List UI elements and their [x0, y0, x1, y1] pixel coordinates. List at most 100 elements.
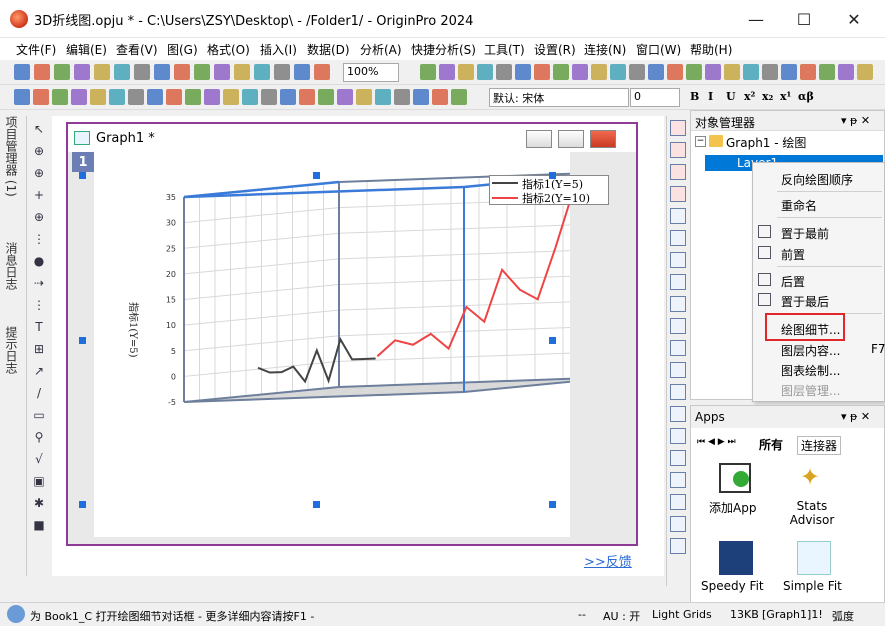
toolbar-tool-icon[interactable] [33, 89, 49, 105]
toolbar-tool-icon[interactable] [337, 89, 353, 105]
selection-handle[interactable] [79, 337, 86, 344]
toolbar-tool-icon[interactable] [356, 89, 372, 105]
menu-item-plot-details[interactable]: 绘图细节... [781, 321, 840, 338]
graph-tool-icon[interactable] [670, 120, 686, 136]
toolbar-tool-icon[interactable] [94, 64, 110, 80]
tab-message-log[interactable]: 消息日志 [3, 242, 20, 290]
toolbar-tool-icon[interactable] [242, 89, 258, 105]
close-button[interactable]: ✕ [831, 0, 877, 38]
format-button[interactable]: U [726, 90, 736, 103]
format-button[interactable]: x² [744, 90, 755, 103]
status-autoupdate[interactable]: AU : 开 [603, 608, 640, 624]
toolbar-tool-icon[interactable] [413, 89, 429, 105]
graph-tool-icon[interactable] [670, 362, 686, 378]
toolbar-tool-icon[interactable] [204, 89, 220, 105]
format-button[interactable]: B [690, 90, 699, 103]
legend[interactable]: 指标1(Y=5) 指标2(Y=10) [489, 175, 609, 205]
font-combo[interactable]: 默认: 宋体 [489, 88, 629, 107]
toolbar-tool-icon[interactable] [52, 89, 68, 105]
toolbar-tool-icon[interactable] [74, 64, 90, 80]
toolbar-tool-icon[interactable] [610, 64, 626, 80]
tool-icon[interactable]: ⊕ [30, 208, 48, 226]
toolbar-tool-icon[interactable] [432, 89, 448, 105]
toolbar-tool-icon[interactable] [819, 64, 835, 80]
toolbar-tool-icon[interactable] [318, 89, 334, 105]
toolbar-tool-icon[interactable] [515, 64, 531, 80]
toolbar-tool-icon[interactable] [214, 64, 230, 80]
toolbar-tool-icon[interactable] [114, 64, 130, 80]
graph-tool-icon[interactable] [670, 252, 686, 268]
tool-icon[interactable]: ⋮ [30, 296, 48, 314]
toolbar-tool-icon[interactable] [166, 89, 182, 105]
graph-tool-icon[interactable] [670, 230, 686, 246]
toolbar-tool-icon[interactable] [294, 64, 310, 80]
tool-icon[interactable]: ⊕ [30, 164, 48, 182]
menu-2[interactable]: 查看(V) [116, 41, 158, 58]
tool-icon[interactable]: ▣ [30, 472, 48, 490]
toolbar-tool-icon[interactable] [838, 64, 854, 80]
graph-tool-icon[interactable] [670, 384, 686, 400]
tool-icon[interactable]: ■ [30, 516, 48, 534]
toolbar-tool-icon[interactable] [686, 64, 702, 80]
toolbar-tool-icon[interactable] [705, 64, 721, 80]
menu-item-bring-to-front[interactable]: 置于最前 [781, 225, 829, 242]
graph-tool-icon[interactable] [670, 450, 686, 466]
layer-indicator[interactable]: 1 [72, 152, 94, 172]
collapse-icon[interactable]: − [695, 136, 706, 147]
chart-svg[interactable]: 35 30 25 20 15 10 5 0 -5 指标1(Y=5) [94, 152, 570, 537]
toolbar-tool-icon[interactable] [553, 64, 569, 80]
toolbar-tool-icon[interactable] [14, 89, 30, 105]
format-button[interactable]: x₂ [762, 90, 773, 103]
graph-tool-icon[interactable] [670, 164, 686, 180]
menu-11[interactable]: 连接(N) [584, 41, 626, 58]
toolbar-tool-icon[interactable] [394, 89, 410, 105]
app-speedy-fit-label[interactable]: Speedy Fit [701, 579, 764, 593]
toolbar-tool-icon[interactable] [451, 89, 467, 105]
selection-handle[interactable] [79, 172, 86, 179]
app-add-label[interactable]: 添加App [709, 499, 756, 516]
toolbar-tool-icon[interactable] [477, 64, 493, 80]
tree-graph1[interactable]: Graph1 - 绘图 [726, 134, 806, 151]
menu-item-layer-management[interactable]: 图层管理... [781, 382, 840, 399]
simple-fit-icon[interactable] [797, 541, 831, 575]
toolbar-tool-icon[interactable] [128, 89, 144, 105]
tool-icon[interactable]: + [30, 186, 48, 204]
menu-item-rename[interactable]: 重命名 [781, 197, 817, 214]
selection-handle[interactable] [549, 337, 556, 344]
format-button[interactable]: αβ [798, 90, 814, 103]
toolbar-tool-icon[interactable] [174, 64, 190, 80]
toolbar-tool-icon[interactable] [299, 89, 315, 105]
menu-6[interactable]: 数据(D) [307, 41, 350, 58]
toolbar-tool-icon[interactable] [857, 64, 873, 80]
toolbar-tool-icon[interactable] [194, 64, 210, 80]
menu-7[interactable]: 分析(A) [360, 41, 402, 58]
toolbar-tool-icon[interactable] [261, 89, 277, 105]
tool-icon[interactable]: ✱ [30, 494, 48, 512]
app-simple-fit-label[interactable]: Simple Fit [783, 579, 842, 593]
tool-icon[interactable]: / [30, 384, 48, 402]
selection-handle[interactable] [549, 172, 556, 179]
graph-tool-icon[interactable] [670, 538, 686, 554]
graph-tool-icon[interactable] [670, 142, 686, 158]
menu-0[interactable]: 文件(F) [16, 41, 56, 58]
toolbar-tool-icon[interactable] [274, 64, 290, 80]
toolbar-tool-icon[interactable] [572, 64, 588, 80]
toolbar-tool-icon[interactable] [90, 89, 106, 105]
graph-tool-icon[interactable] [670, 406, 686, 422]
tab-hint-log[interactable]: 提示日志 [3, 326, 20, 374]
toolbar-tool-icon[interactable] [648, 64, 664, 80]
toolbar-tool-icon[interactable] [534, 64, 550, 80]
zoom-combo[interactable]: 100% [343, 63, 399, 82]
toolbar-tool-icon[interactable] [185, 89, 201, 105]
graph-tool-icon[interactable] [670, 186, 686, 202]
menu-9[interactable]: 工具(T) [484, 41, 525, 58]
feedback-link[interactable]: >>反馈 [584, 551, 632, 570]
graph-tool-icon[interactable] [670, 494, 686, 510]
toolbar-tool-icon[interactable] [280, 89, 296, 105]
graph-tool-icon[interactable] [670, 340, 686, 356]
toolbar-tool-icon[interactable] [667, 64, 683, 80]
menu-13[interactable]: 帮助(H) [690, 41, 732, 58]
toolbar-tool-icon[interactable] [14, 64, 30, 80]
graph-tool-icon[interactable] [670, 208, 686, 224]
tool-icon[interactable]: ⊞ [30, 340, 48, 358]
